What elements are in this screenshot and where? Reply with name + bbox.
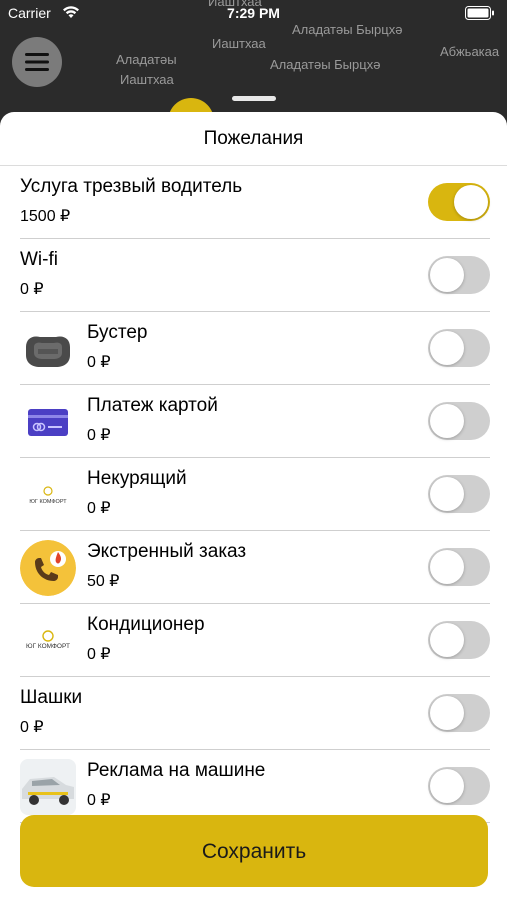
item-price: 0 ₽ <box>87 792 111 809</box>
booster-seat-icon <box>20 321 76 377</box>
toggle-knob <box>430 404 464 438</box>
toggle-switch[interactable] <box>428 475 490 513</box>
status-bar: Carrier 7:29 PM <box>0 0 507 28</box>
logo-icon: ЮГ КОМФОРТ <box>20 467 76 523</box>
item-title: Шашки <box>20 687 83 708</box>
toggle-switch[interactable] <box>428 621 490 659</box>
toggle-switch[interactable] <box>428 767 490 805</box>
battery-icon <box>465 6 494 20</box>
item-title: Платеж картой <box>87 395 218 416</box>
map-label: Иаштхаа <box>212 36 266 51</box>
list-item[interactable]: Платеж картой 0 ₽ <box>0 385 507 458</box>
item-price: 1500 ₽ <box>20 208 71 225</box>
logo-text: ЮГ КОМФОРТ <box>26 643 70 650</box>
list-item[interactable]: Экстренный заказ 50 ₽ <box>0 531 507 604</box>
list-item[interactable]: Wi-fi 0 ₽ <box>0 239 507 312</box>
list-item[interactable]: ЮГ КОМФОРТ Некурящий 0 ₽ <box>0 458 507 531</box>
item-title: Бустер <box>87 322 148 343</box>
wishes-sheet: Пожелания Услуга трезвый водитель 1500 ₽… <box>0 112 507 900</box>
logo-icon: ЮГ КОМФОРТ <box>20 613 76 669</box>
map-label: Аладатәы Бырцхә <box>270 57 381 72</box>
toggle-knob <box>430 477 464 511</box>
item-price: 50 ₽ <box>87 573 120 590</box>
list-item[interactable]: ЮГ КОМФОРТ Кондиционер 0 ₽ <box>0 604 507 677</box>
item-title: Экстренный заказ <box>87 541 247 562</box>
item-price: 0 ₽ <box>20 719 44 736</box>
item-title: Некурящий <box>87 468 187 489</box>
menu-button[interactable] <box>12 37 62 87</box>
list-item[interactable]: Услуга трезвый водитель 1500 ₽ <box>0 166 507 239</box>
sheet-title: Пожелания <box>0 112 507 166</box>
map-label: Абжьакаа <box>440 44 500 59</box>
hamburger-icon <box>25 53 49 71</box>
toggle-knob <box>430 696 464 730</box>
item-price: 0 ₽ <box>87 646 111 663</box>
toggle-switch[interactable] <box>428 329 490 367</box>
item-title: Реклама на машине <box>87 760 266 781</box>
toggle-knob <box>430 258 464 292</box>
map-label: Аладатәы <box>116 52 177 67</box>
toggle-knob <box>454 185 488 219</box>
status-time: 7:29 PM <box>227 5 280 21</box>
item-price: 0 ₽ <box>87 500 111 517</box>
toggle-switch[interactable] <box>428 256 490 294</box>
item-title: Услуга трезвый водитель <box>20 176 243 197</box>
toggle-knob <box>430 769 464 803</box>
list-item[interactable]: Шашки 0 ₽ <box>0 677 507 750</box>
toggle-knob <box>430 331 464 365</box>
item-price: 0 ₽ <box>20 281 44 298</box>
save-button[interactable]: Сохранить <box>20 815 488 887</box>
wishes-list[interactable]: Услуга трезвый водитель 1500 ₽ Wi-fi 0 ₽ <box>0 166 507 858</box>
toggle-switch[interactable] <box>428 183 490 221</box>
item-price: 0 ₽ <box>87 427 111 444</box>
toggle-switch[interactable] <box>428 402 490 440</box>
toggle-switch[interactable] <box>428 694 490 732</box>
list-item[interactable]: Реклама на машине 0 ₽ <box>0 750 507 823</box>
toggle-switch[interactable] <box>428 548 490 586</box>
item-price: 0 ₽ <box>87 354 111 371</box>
credit-card-icon <box>20 394 76 450</box>
taxi-car-icon <box>20 759 76 815</box>
sheet-grabber[interactable] <box>232 96 276 101</box>
map-label: Иаштхаа <box>120 72 174 87</box>
map-background[interactable]: Иаштхаа Аладатәы Бырцхә Аладатәы Иаштхаа… <box>0 0 507 130</box>
item-title: Кондиционер <box>87 614 205 635</box>
phone-flame-icon <box>20 540 76 596</box>
toggle-knob <box>430 623 464 657</box>
list-item[interactable]: Бустер 0 ₽ <box>0 312 507 385</box>
item-title: Wi-fi <box>20 249 58 270</box>
toggle-knob <box>430 550 464 584</box>
logo-text: ЮГ КОМФОРТ <box>29 499 67 505</box>
